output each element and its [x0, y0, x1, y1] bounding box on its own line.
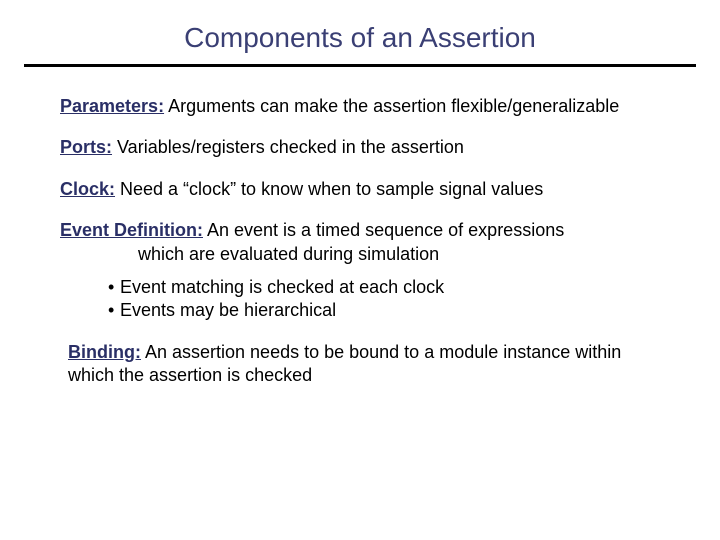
slide: Components of an Assertion Parameters: A… — [0, 0, 720, 540]
label-binding: Binding: — [68, 342, 141, 362]
bullet-icon: • — [108, 299, 120, 322]
slide-title: Components of an Assertion — [0, 0, 720, 64]
item-parameters: Parameters: Arguments can make the asser… — [60, 95, 660, 118]
item-event: Event Definition: An event is a timed se… — [60, 219, 660, 266]
desc-parameters: Arguments can make the assertion flexibl… — [164, 96, 619, 116]
item-clock: Clock: Need a “clock” to know when to sa… — [60, 178, 660, 201]
desc-event-cont: which are evaluated during simulation — [138, 243, 660, 266]
label-ports: Ports: — [60, 137, 112, 157]
label-clock: Clock: — [60, 179, 115, 199]
sub-b: • Events may be hierarchical — [108, 299, 660, 322]
bullet-icon: • — [108, 276, 120, 299]
sub-bullets: • Event matching is checked at each cloc… — [108, 276, 660, 323]
sub-a: • Event matching is checked at each cloc… — [108, 276, 660, 299]
item-ports: Ports: Variables/registers checked in th… — [60, 136, 660, 159]
slide-body: Parameters: Arguments can make the asser… — [0, 67, 720, 388]
label-parameters: Parameters: — [60, 96, 164, 116]
sub-b-text: Events may be hierarchical — [120, 300, 336, 320]
desc-binding: An assertion needs to be bound to a modu… — [68, 342, 621, 385]
desc-ports: Variables/registers checked in the asser… — [112, 137, 464, 157]
sub-a-text: Event matching is checked at each clock — [120, 277, 444, 297]
label-event: Event Definition: — [60, 220, 203, 240]
item-binding: Binding: An assertion needs to be bound … — [68, 341, 660, 388]
desc-event: An event is a timed sequence of expressi… — [203, 220, 564, 240]
desc-clock: Need a “clock” to know when to sample si… — [115, 179, 543, 199]
